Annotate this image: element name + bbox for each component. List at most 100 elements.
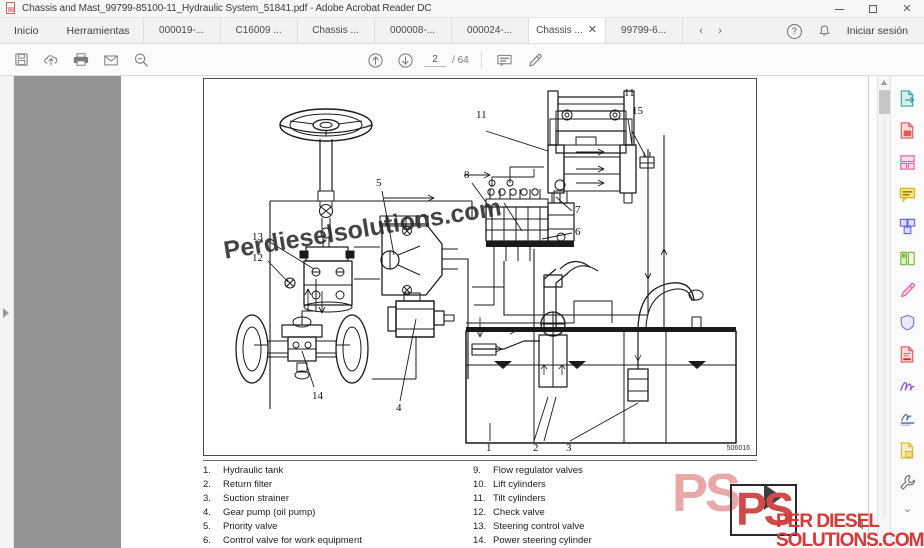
collapse-right-pane-icon[interactable]	[857, 520, 863, 530]
doc-tab-1[interactable]: 000019-...	[142, 18, 221, 43]
main-toolbar: 2 / 64	[0, 44, 924, 76]
vertical-scrollbar[interactable]	[877, 76, 890, 548]
chevron-left-icon[interactable]: ‹	[693, 22, 710, 39]
comment-tool-icon[interactable]	[895, 180, 921, 208]
page-navigation-group: 2 / 64	[360, 44, 550, 76]
compress-pdf-icon[interactable]	[895, 436, 921, 464]
hydraulic-system-diagram: 11 11 15 8 7 6 5 13 12 14 4 1 2 3 Perdie…	[203, 78, 757, 456]
expand-navigation-pane-icon[interactable]	[3, 308, 9, 318]
doc-tab-4-label: 000008-...	[390, 25, 436, 36]
legend-item-2: 2. Return filter	[203, 478, 473, 492]
doc-tab-2[interactable]: C16009 ...	[219, 18, 298, 43]
doc-tab-4[interactable]: 000008-...	[373, 18, 452, 43]
acrobat-app-icon	[5, 2, 17, 15]
legend-item-10: 10. Lift cylinders	[473, 478, 743, 492]
edit-pdf-icon[interactable]	[895, 148, 921, 176]
chevron-down-icon[interactable]: ⌄	[903, 502, 912, 515]
tab-strip: Inicio Herramientas 000019-... C16009 ..…	[0, 18, 924, 44]
export-pdf-icon[interactable]	[895, 84, 921, 112]
callout-1: 1	[486, 442, 492, 454]
legend-num: 11.	[473, 493, 486, 504]
notification-bell-icon[interactable]	[817, 23, 833, 39]
chevron-right-icon[interactable]: ›	[712, 22, 729, 39]
legend-num: 2.	[203, 479, 211, 490]
redact-icon[interactable]	[895, 340, 921, 368]
legend-column-right: 9. Flow regulator valves 10. Lift cylind…	[473, 464, 743, 548]
diagram-svg	[235, 90, 737, 444]
doc-tab-7-label: 99799-6...	[621, 25, 667, 36]
upload-cloud-icon[interactable]	[36, 47, 66, 73]
legend-num: 10.	[473, 479, 487, 490]
menu-inicio[interactable]: Inicio	[0, 18, 53, 43]
navigation-pane-strip[interactable]	[0, 76, 14, 548]
comment-icon[interactable]	[490, 47, 520, 73]
scrollbar-track[interactable]	[883, 116, 886, 516]
doc-tab-6-active[interactable]: Chassis ... ✕	[527, 18, 606, 43]
page-separator: /	[452, 54, 455, 66]
doc-tab-7[interactable]: 99799-6...	[604, 18, 683, 43]
tab-strip-right: ? Iniciar sesión	[780, 18, 924, 44]
doc-tab-3[interactable]: Chassis ...	[296, 18, 375, 43]
legend-num: 1.	[203, 465, 211, 476]
callout-7: 7	[575, 204, 581, 216]
combine-files-icon[interactable]	[895, 212, 921, 240]
sign-in-link[interactable]: Iniciar sesión	[841, 25, 916, 37]
callout-6: 6	[575, 226, 581, 238]
fill-and-sign-icon[interactable]	[895, 276, 921, 304]
current-page-input[interactable]: 2	[424, 54, 446, 67]
legend-item-1: 1. Hydraulic tank	[203, 464, 473, 478]
legend-label: Steering control valve	[493, 521, 585, 532]
maximize-button[interactable]	[856, 0, 890, 18]
legend-item-4: 4. Gear pump (oil pump)	[203, 506, 473, 520]
legend-num: 9.	[473, 465, 481, 476]
email-icon[interactable]	[96, 47, 126, 73]
legend-label: Lift cylinders	[493, 479, 546, 490]
scroll-up-arrow-icon[interactable]	[881, 80, 887, 85]
highlight-pen-icon[interactable]	[520, 47, 550, 73]
legend-item-11: 11. Tilt cylinders	[473, 492, 743, 506]
callout-15: 15	[632, 105, 643, 117]
legend-label: Suction strainer	[223, 493, 290, 504]
organize-pages-icon[interactable]	[895, 244, 921, 272]
print-icon[interactable]	[66, 47, 96, 73]
legend-num: 13.	[473, 521, 487, 532]
legend-item-5: 5. Priority valve	[203, 520, 473, 534]
legend-column-left: 1. Hydraulic tank 2. Return filter 3. Su…	[203, 464, 473, 548]
tab-scroll-nav: ‹ ›	[683, 18, 733, 43]
save-icon[interactable]	[6, 47, 36, 73]
menu-herramientas[interactable]: Herramientas	[53, 18, 144, 43]
doc-tab-6-label: Chassis ...	[536, 24, 583, 36]
close-button[interactable]: ✕	[890, 0, 924, 18]
legend-label: Check valve	[493, 507, 545, 518]
scrollbar-thumb[interactable]	[879, 90, 890, 114]
close-tab-icon[interactable]: ✕	[588, 24, 597, 36]
protect-icon[interactable]	[895, 308, 921, 336]
callout-13: 13	[252, 231, 263, 243]
title-bar: Chassis and Mast_99799-85100-11_Hydrauli…	[0, 0, 924, 18]
legend-label: Flow regulator valves	[493, 465, 583, 476]
certificates-icon[interactable]	[895, 404, 921, 432]
page-up-icon[interactable]	[360, 47, 390, 73]
legend-label: Hydraulic tank	[223, 465, 284, 476]
callout-12: 12	[252, 252, 263, 264]
minimize-button[interactable]	[822, 0, 856, 18]
more-tools-icon[interactable]	[895, 468, 921, 496]
callout-14: 14	[312, 390, 323, 402]
doc-tab-5-label: 000024-...	[467, 25, 513, 36]
window-title: Chassis and Mast_99799-85100-11_Hydrauli…	[22, 3, 432, 14]
document-viewport[interactable]: 11 11 15 8 7 6 5 13 12 14 4 1 2 3 Perdie…	[14, 76, 877, 548]
callout-3: 3	[566, 442, 572, 454]
toolbar-left-group	[0, 47, 156, 73]
page-indicator: 2 / 64	[424, 54, 469, 67]
legend-item-14: 14. Power steering cylinder	[473, 534, 743, 548]
sign-icon[interactable]	[895, 372, 921, 400]
doc-tab-3-label: Chassis ...	[312, 25, 359, 36]
zoom-search-icon[interactable]	[126, 47, 156, 73]
doc-tab-5[interactable]: 000024-...	[450, 18, 529, 43]
total-pages-label: / 64	[452, 55, 469, 66]
page-down-icon[interactable]	[390, 47, 420, 73]
legend-divider	[203, 460, 757, 461]
create-pdf-icon[interactable]	[895, 116, 921, 144]
legend-num: 4.	[203, 507, 211, 518]
help-icon[interactable]: ?	[786, 23, 802, 39]
